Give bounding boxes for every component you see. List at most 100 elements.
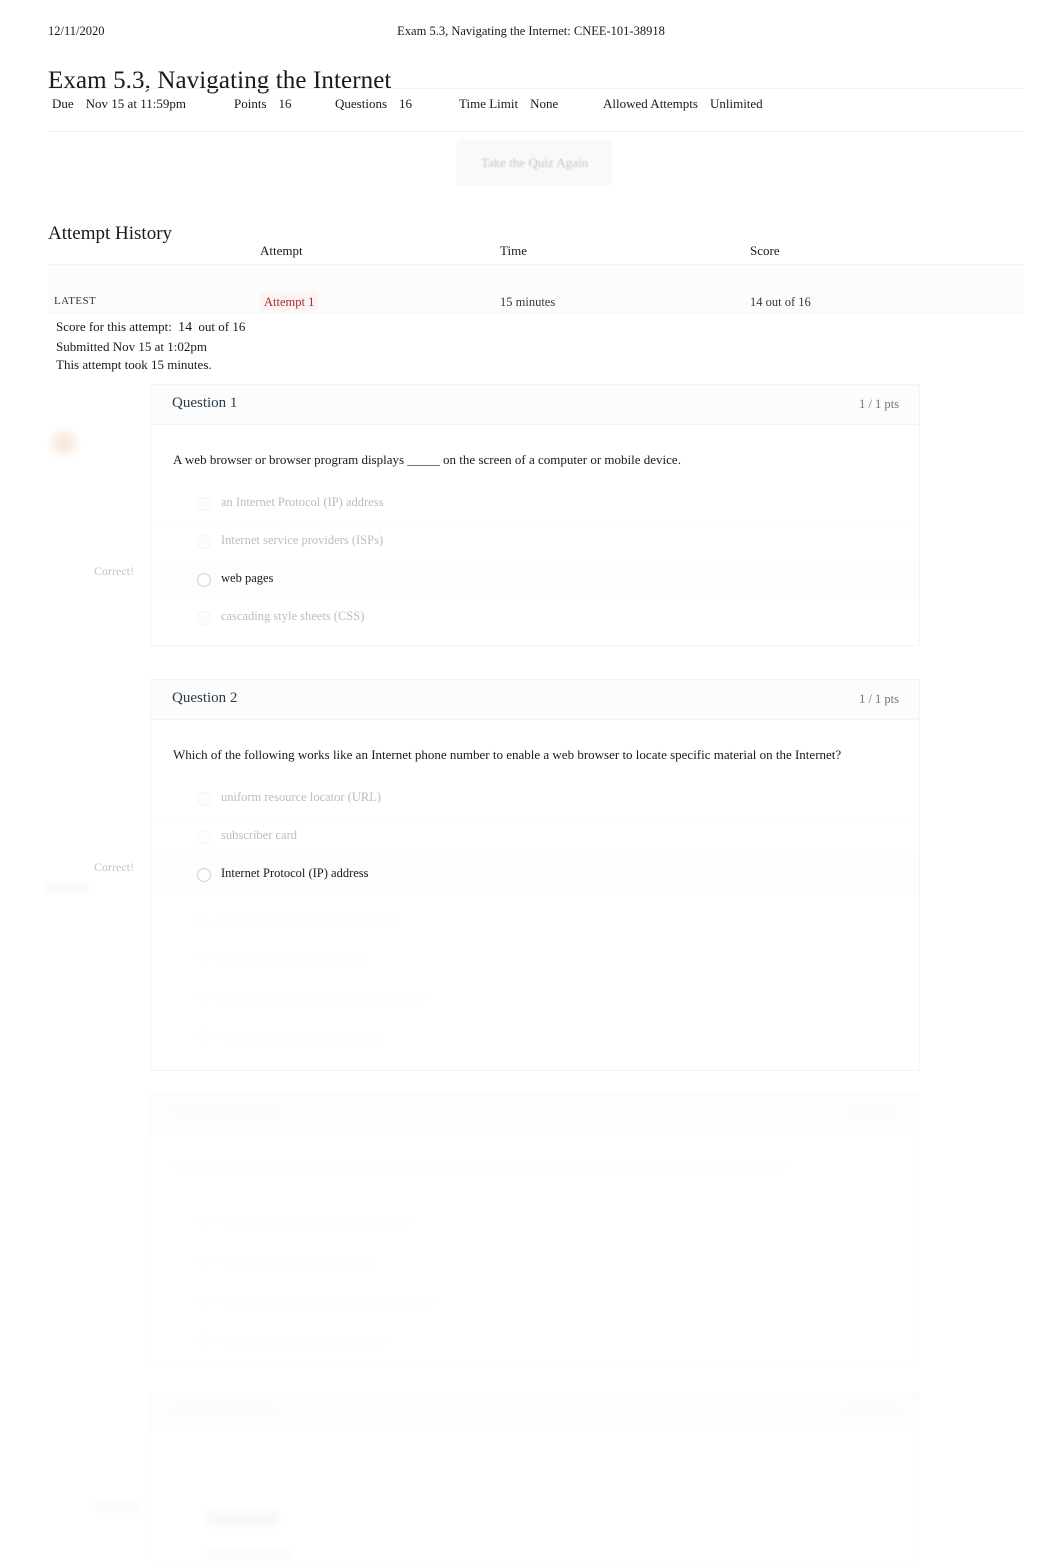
score-out-of: out of 16 [198,319,246,334]
question-1-text: A web browser or browser program display… [173,452,681,467]
radio-icon[interactable] [197,792,211,806]
answer-label: cascading style sheets (CSS) [221,609,365,623]
column-header-attempt: Attempt [260,243,303,258]
meta-time-limit: Time Limit None [459,96,558,112]
submitted-line: Submitted Nov 15 at 1:02pm [56,338,207,354]
score-for-attempt-line: Score for this attempt: 14 out of 16 [56,318,245,338]
score-value: 14 [178,320,193,335]
radio-icon[interactable] [197,497,211,511]
gutter-smudge [46,884,88,892]
print-document-title: Exam 5.3, Navigating the Internet: CNEE-… [397,24,665,38]
attempt-history-table: Attempt Time Score LATEST Attempt 1 15 m… [48,238,1024,314]
radio-icon[interactable] [197,611,211,625]
answer-label-faded [207,1548,291,1559]
question-4-name-faded [172,1404,276,1415]
radio-icon-selected[interactable] [197,868,211,882]
answer-label-faded [221,994,426,1002]
question-1-correct-marker: Correct! [94,564,134,578]
answer-label: uniform resource locator (URL) [221,790,382,804]
answer-label: Internet service providers (ISPs) [221,533,384,547]
take-quiz-again-button[interactable]: Take the Quiz Again [457,140,612,186]
meta-due-value: Nov 15 at 11:59pm [85,96,186,111]
answer-label-faded [221,1298,435,1306]
meta-points-label: Points [234,96,267,111]
answer-label: Internet Protocol (IP) address [221,866,369,880]
question-1-points: 1 / 1 pts [859,397,899,411]
radio-icon-faded[interactable] [197,952,210,965]
answer-label-faded [221,1337,389,1345]
question-card-4-faded [150,1392,920,1561]
question-3-name-faded [172,1105,280,1116]
answer-option[interactable]: uniform resource locator (URL) [151,780,919,817]
question-2-answers: uniform resource locator (URL) subscribe… [151,780,919,907]
answer-label-faded [221,1033,381,1041]
question-card-2: Question 2 1 / 1 pts Which of the follow… [150,679,920,1071]
meta-time-limit-value: None [530,96,559,111]
meta-due: Due Nov 15 at 11:59pm [52,96,186,112]
answer-label: subscriber card [221,828,298,842]
meta-questions-value: 16 [399,96,412,111]
radio-icon-faded[interactable] [197,991,210,1004]
radio-icon-faded[interactable] [197,914,210,927]
quiz-meta-strip: Due Nov 15 at 11:59pm Points 16 Questions 1… [48,88,1024,132]
answer-option[interactable]: Internet service providers (ISPs) [151,522,919,560]
question-card-1: Question 1 1 / 1 pts A web browser or br… [150,384,920,646]
answer-option[interactable]: an Internet Protocol (IP) address [151,485,919,522]
question-2-points: 1 / 1 pts [859,692,899,706]
question-2-header: Question 2 1 / 1 pts [151,680,919,720]
meta-questions-label: Questions [335,96,387,111]
answer-label-faded [221,955,367,963]
attempt-kept-badge: LATEST [54,295,97,307]
flag-icon [49,429,79,459]
answer-label-faded [221,1218,411,1226]
radio-icon[interactable] [197,535,211,549]
meta-allowed-attempts-value: Unlimited [709,96,763,111]
question-1-header: Question 1 1 / 1 pts [151,385,919,425]
table-header-row: Attempt Time Score [48,238,1024,265]
question-1-answers: an Internet Protocol (IP) address Intern… [151,485,919,650]
meta-questions: Questions 16 [335,96,412,112]
radio-icon-faded[interactable] [197,1030,210,1043]
answer-option[interactable]: subscriber card [151,817,919,855]
meta-due-label: Due [52,96,74,111]
question-4-correct-marker-faded [94,1500,140,1512]
radio-icon-selected[interactable] [197,573,211,587]
meta-allowed-attempts-label: Allowed Attempts [603,96,698,111]
attempt-time-cell: 15 minutes [500,295,556,309]
question-3-points-faded [845,1107,899,1116]
answer-option-selected[interactable]: Internet Protocol (IP) address [151,855,919,893]
radio-icon-faded[interactable] [197,1255,210,1268]
radio-icon-faded[interactable] [197,1215,210,1228]
table-row: LATEST Attempt 1 15 minutes 14 out of 16 [48,265,1024,314]
question-4-points-faded [845,1406,899,1415]
print-header: 12/11/2020 Exam 5.3, Navigating the Inte… [0,24,1062,42]
question-1-name: Question 1 [172,395,238,411]
radio-icon[interactable] [197,830,211,844]
question-2-text: Which of the following works like an Int… [173,747,842,762]
answer-label-faded [221,917,399,925]
meta-points: Points 16 [234,96,292,112]
score-label: Score for this attempt: [56,319,172,334]
radio-icon-faded[interactable] [197,1334,210,1347]
question-2-correct-marker: Correct! [94,860,134,874]
score-summary: Score for this attempt: 14 out of 16 Sub… [56,318,245,375]
duration-line: This attempt took 15 minutes. [56,357,212,372]
column-header-time: Time [500,243,527,258]
question-3-text-faded [173,1161,785,1170]
meta-allowed-attempts: Allowed Attempts Unlimited [603,96,763,112]
answer-label-faded [221,1258,373,1266]
attempt-score-cell: 14 out of 16 [750,295,811,309]
attempt-1-link[interactable]: Attempt 1 [260,293,319,311]
answer-label-faded [207,1511,279,1526]
question-2-name: Question 2 [172,690,238,706]
question-card-3-faded [150,1094,920,1364]
answer-label: an Internet Protocol (IP) address [221,495,384,509]
answer-option[interactable]: cascading style sheets (CSS) [151,598,919,636]
retake-quiz-container: Take the Quiz Again [457,140,612,186]
meta-points-value: 16 [278,96,292,111]
column-header-score: Score [750,243,780,258]
radio-icon-faded[interactable] [197,1295,210,1308]
meta-time-limit-label: Time Limit [459,96,519,111]
answer-option-selected[interactable]: web pages [151,560,919,598]
answer-label: web pages [221,571,274,585]
